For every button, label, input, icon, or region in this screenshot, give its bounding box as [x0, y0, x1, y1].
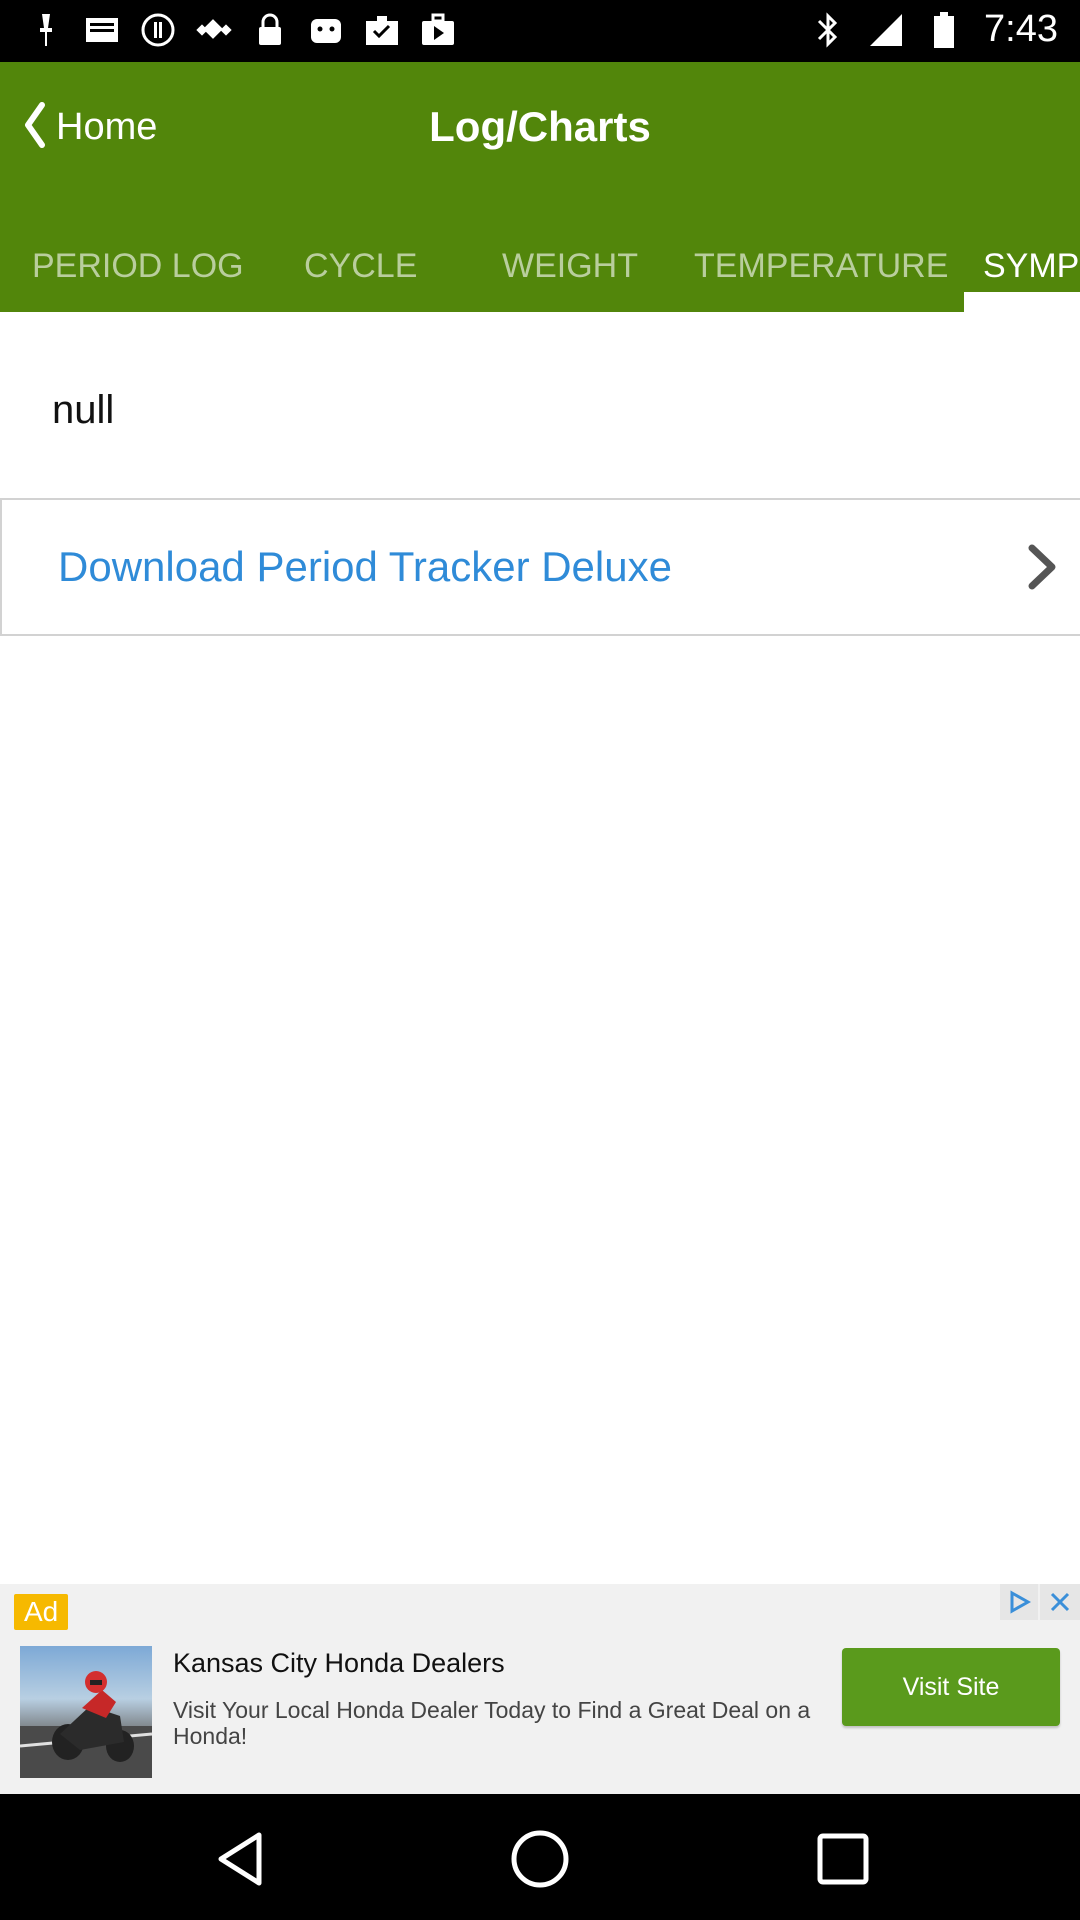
status-right: 7:43: [810, 8, 1058, 51]
chevron-left-icon: [22, 101, 46, 154]
tab-cycle[interactable]: CYCLE: [304, 220, 417, 312]
signal-icon: [868, 10, 904, 50]
ad-choices-icon[interactable]: [1000, 1584, 1038, 1620]
bluetooth-icon: [810, 10, 846, 50]
home-icon[interactable]: [505, 1824, 575, 1894]
close-icon[interactable]: [1040, 1584, 1080, 1620]
tab-period-log[interactable]: PERIOD LOG: [32, 220, 244, 312]
ad-title[interactable]: Kansas City Honda Dealers: [173, 1648, 505, 1679]
status-icons-left: [28, 10, 456, 50]
visit-site-button[interactable]: Visit Site: [842, 1648, 1060, 1726]
page-title: Log/Charts: [429, 103, 651, 150]
ad-image[interactable]: [20, 1646, 152, 1778]
navigation-bar: [0, 1794, 1080, 1920]
back-icon[interactable]: [204, 1824, 274, 1894]
chevron-right-icon: [1022, 542, 1062, 592]
ad-badge: Ad: [14, 1594, 69, 1630]
ad-description[interactable]: Visit Your Local Honda Dealer Today to F…: [173, 1697, 813, 1749]
ad-banner[interactable]: Ad Kansas City Honda Dealers Visit Your …: [0, 1584, 1080, 1794]
back-label: Home: [56, 105, 158, 148]
app-header: Home Log/Charts PERIOD LOG CYCLE WEIGHT …: [0, 62, 1080, 312]
content-text: null: [52, 388, 115, 432]
status-time: 7:43: [984, 8, 1058, 50]
android-icon: [308, 10, 344, 50]
fake-gps-icon: [196, 10, 232, 50]
lock-icon: [252, 10, 288, 50]
tab-temperature[interactable]: TEMPERATURE: [694, 220, 948, 312]
active-tab-indicator: [964, 292, 1080, 312]
recents-icon[interactable]: [808, 1824, 878, 1894]
tab-weight[interactable]: WEIGHT: [502, 220, 638, 312]
notification-icon: [28, 10, 64, 50]
download-label: Download Period Tracker Deluxe: [58, 543, 672, 590]
back-home-button[interactable]: Home: [22, 92, 157, 162]
clipboard-check-icon: [364, 10, 400, 50]
battery-icon: [926, 10, 962, 50]
download-deluxe-button[interactable]: Download Period Tracker Deluxe: [0, 498, 1080, 636]
mail-icon: [84, 10, 120, 50]
status-bar: 7:43: [0, 0, 1080, 62]
tab-bar: PERIOD LOG CYCLE WEIGHT TEMPERATURE SYMP: [0, 220, 1080, 312]
play-store-icon: [420, 10, 456, 50]
alert-icon: [140, 10, 176, 50]
